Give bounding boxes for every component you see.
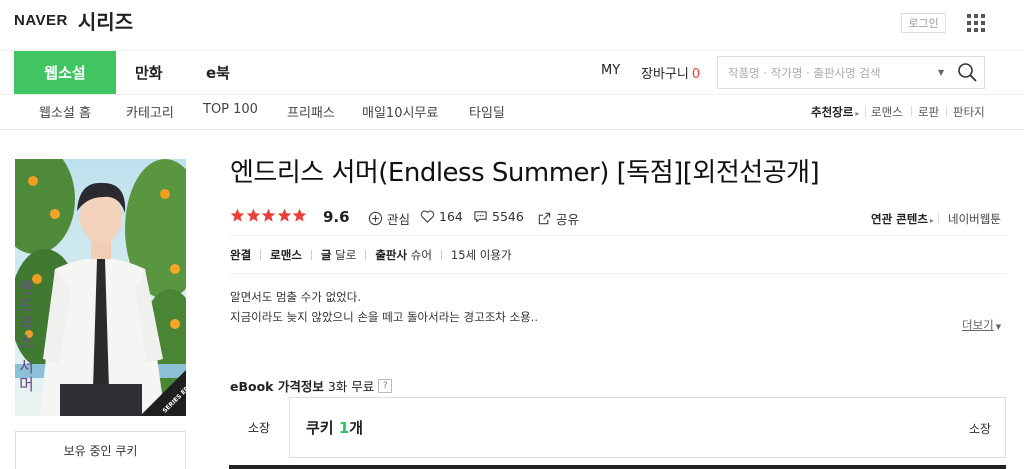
star-icon [261,208,276,222]
cart-label: 장바구니 [641,67,689,82]
login-button[interactable]: 로그인 [901,13,946,33]
rating-score: 9.6 [323,208,350,226]
caret-right-icon: ▸ [929,216,934,225]
synopsis: 알면서도 멈출 수가 없었다. 지금이라도 늦지 않았으니 손을 떼고 돌아서라… [230,287,538,327]
book-cover-image[interactable]: 엔드리스 서머 SERIES EDITION [15,159,186,416]
rating-stars [230,208,308,223]
book-title: 엔드리스 서머(Endless Summer) [독점][외전선공개] [230,158,820,188]
writer-label: 글 [320,248,332,262]
divider [0,94,1024,95]
series-logo: 시리즈 [77,10,134,34]
publisher-label: 출판사 [375,248,408,262]
divider [0,129,1024,130]
share-button[interactable]: 공유 [537,209,579,228]
like-button[interactable]: 164 [420,209,463,224]
caret-right-icon: ▸ [855,109,860,118]
plus-circle-icon [368,211,383,226]
divider [230,273,1007,274]
comment-button[interactable]: 5546 [473,209,524,224]
search-input[interactable] [728,65,928,80]
comment-count: 5546 [492,209,524,224]
my-link[interactable]: MY [601,63,620,78]
tab-webnovel[interactable]: 웹소설 [14,51,116,94]
genre-fantasy[interactable]: 판타지 [953,104,985,120]
subnav-webnovel-home[interactable]: 웹소설 홈 [39,102,91,121]
share-label: 공유 [556,212,580,227]
ebook-price-label: eBook 가격정보 [230,379,324,394]
interest-button[interactable]: 관심 [368,209,410,228]
related-content-link[interactable]: 네이버웹툰 [948,211,1001,227]
free-episodes: 3화 무료 [327,379,375,394]
book-info-row: 완결 로맨스 글 달로 출판사 슈어 15세 이용가 [230,247,512,263]
star-icon [292,208,307,222]
genre-romance-fantasy[interactable]: 로판 [918,104,939,120]
related-content-label[interactable]: 연관 콘텐츠 ▸ [871,211,934,227]
star-icon [230,208,245,222]
cookie-price: 쿠키 1개 [306,419,364,437]
genre-link[interactable]: 로맨스 [270,247,302,263]
publisher-link[interactable]: 슈어 [411,247,432,263]
subnav-freepass[interactable]: 프리패스 [287,102,335,121]
search-scope-dropdown-icon[interactable]: ▼ [938,68,944,77]
cart-link[interactable]: 장바구니 0 [641,63,700,82]
naver-logo: NAVER [14,12,68,29]
cart-count: 0 [691,67,701,82]
status-badge: 완결 [230,248,252,262]
age-rating: 15세 이용가 [450,248,512,262]
subnav-timedeal[interactable]: 타임딜 [469,102,505,121]
tab-comics[interactable]: 만화 [135,51,163,94]
recommended-genre-label[interactable]: 추천장르 ▸ [811,104,859,120]
divider [230,235,1007,236]
interest-label: 관심 [387,212,411,227]
more-button[interactable]: 더보기 ▼ [962,317,1001,333]
logo[interactable]: NAVER 시리즈 [14,6,133,35]
subnav-daily-free[interactable]: 매일10시무료 [362,102,438,121]
owned-cookie-box: 보유 중인 쿠키 [15,431,186,469]
writer-link[interactable]: 달로 [335,247,356,263]
search-box [717,56,985,89]
own-label: 소장 [229,397,290,458]
star-icon [246,208,260,222]
own-type: 소장 [969,422,992,436]
cover-title-text: 엔드리스 서머 [16,279,35,394]
tab-ebook[interactable]: e북 [206,51,230,94]
star-icon [277,208,291,222]
heart-icon [420,210,435,223]
synopsis-line: 지금이라도 늦지 않았으니 손을 떼고 돌아서라는 경고조차 소용.. [230,310,538,324]
like-count: 164 [439,209,463,224]
subnav-top100[interactable]: TOP 100 [203,102,258,117]
genre-romance[interactable]: 로맨스 [871,104,903,120]
subnav-category[interactable]: 카테고리 [126,102,174,121]
chevron-down-icon: ▼ [995,323,1002,331]
app-grid-icon[interactable] [967,14,985,32]
share-icon [538,212,551,225]
help-icon[interactable]: ? [378,378,393,393]
ebook-price-info: eBook 가격정보 3화 무료 ? [230,376,393,395]
purchase-bar[interactable] [229,465,1006,469]
search-icon[interactable] [956,61,978,83]
synopsis-line: 알면서도 멈출 수가 없었다. [230,290,362,304]
comment-icon [474,211,487,223]
